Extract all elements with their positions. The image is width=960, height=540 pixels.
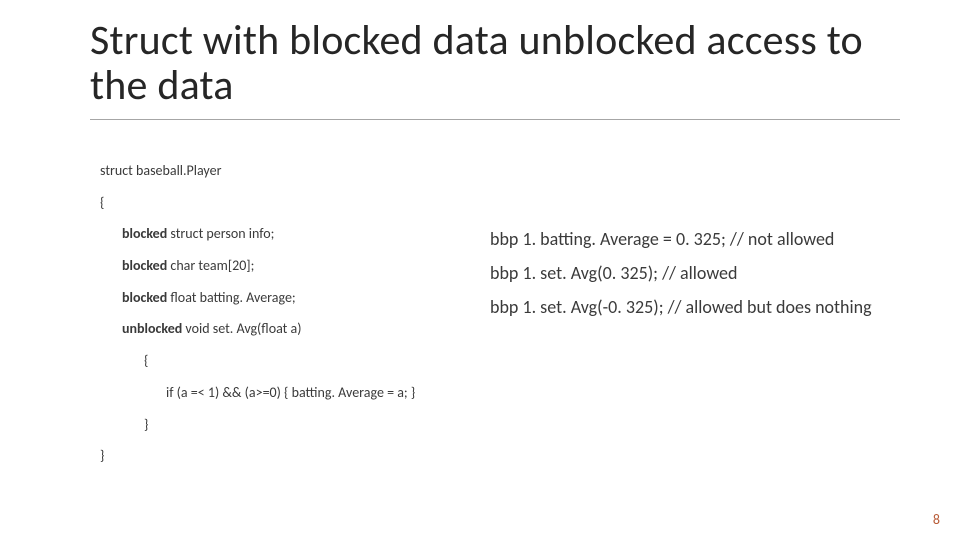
keyword-blocked: blocked: [122, 257, 167, 274]
keyword-unblocked: unblocked: [122, 320, 182, 337]
slide: Struct with blocked data unblocked acces…: [0, 0, 960, 540]
code-text: void set. Avg(float a): [182, 320, 301, 337]
code-text: float batting. Average;: [167, 289, 295, 306]
example-line: bbp 1. batting. Average = 0. 325; // not…: [490, 222, 920, 256]
code-line: }: [100, 445, 480, 467]
code-block: struct baseball.Player { blocked struct …: [100, 160, 480, 467]
code-text: char team[20];: [167, 257, 254, 274]
example-line: bbp 1. set. Avg(-0. 325); // allowed but…: [490, 290, 920, 324]
code-line: if (a =< 1) && (a>=0) { batting. Average…: [100, 382, 480, 404]
title-underline: [90, 119, 900, 120]
code-line: }: [100, 414, 480, 436]
code-line: {: [100, 350, 480, 372]
code-line: blocked char team[20];: [100, 255, 480, 277]
code-line: blocked struct person info;: [100, 223, 480, 245]
slide-title: Struct with blocked data unblocked acces…: [90, 18, 900, 109]
examples-block: bbp 1. batting. Average = 0. 325; // not…: [490, 222, 920, 325]
page-number: 8: [933, 511, 940, 528]
code-line: unblocked void set. Avg(float a): [100, 318, 480, 340]
title-block: Struct with blocked data unblocked acces…: [90, 18, 900, 120]
code-line: struct baseball.Player: [100, 160, 480, 182]
keyword-blocked: blocked: [122, 289, 167, 306]
code-line: blocked float batting. Average;: [100, 287, 480, 309]
example-line: bbp 1. set. Avg(0. 325); // allowed: [490, 256, 920, 290]
keyword-blocked: blocked: [122, 225, 167, 242]
code-text: struct person info;: [167, 225, 274, 242]
code-line: {: [100, 192, 480, 214]
